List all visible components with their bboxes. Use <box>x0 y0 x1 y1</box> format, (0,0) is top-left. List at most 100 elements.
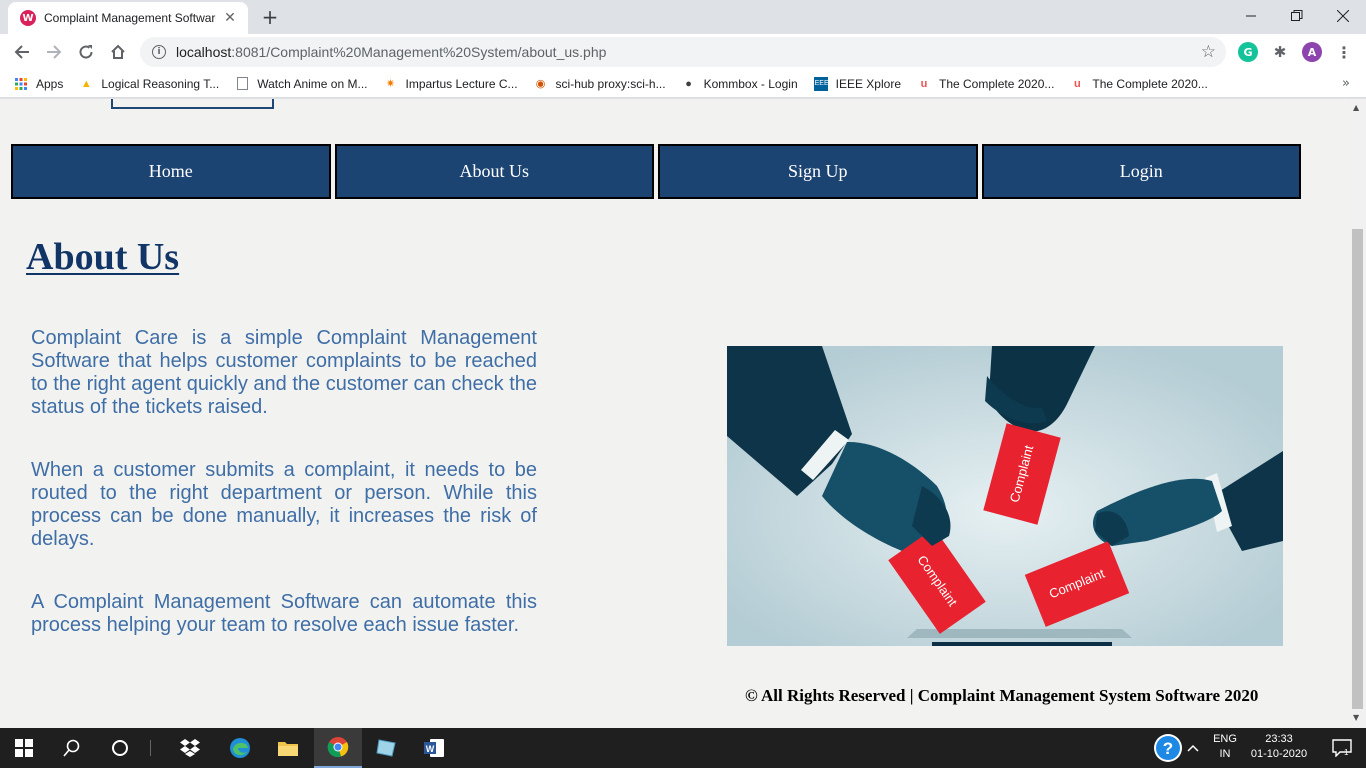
forward-arrow-icon <box>47 45 62 59</box>
search-button[interactable] <box>48 728 96 768</box>
start-button[interactable] <box>0 728 48 768</box>
header-logo-box <box>111 99 274 109</box>
close-window-button[interactable] <box>1320 0 1366 32</box>
nav-about-us[interactable]: About Us <box>334 144 654 199</box>
windows-logo-icon <box>15 739 33 757</box>
bookmark-label: The Complete 2020... <box>939 76 1055 91</box>
bookmark-watch-anime[interactable]: Watch Anime on M... <box>235 77 367 91</box>
new-tab-button[interactable]: + <box>258 5 282 29</box>
scroll-up-icon[interactable]: ▲ <box>1353 103 1359 112</box>
page-title: About Us <box>26 236 180 278</box>
cortana-circle-icon <box>112 740 128 756</box>
windows-taskbar: W ? ENG IN 23:33 01-10-2020 1 <box>0 728 1366 768</box>
clock-time: 23:33 <box>1265 733 1293 745</box>
url-text: localhost:8081/Complaint%20Management%20… <box>176 44 606 60</box>
site-favicon-icon: W <box>20 10 36 26</box>
forward-button[interactable] <box>40 38 68 66</box>
more-bookmarks-icon[interactable]: » <box>1342 76 1350 91</box>
bookmarks-bar: Apps ▲ Logical Reasoning T... Watch Anim… <box>0 70 1366 98</box>
footer-copyright: © All Rights Reserved | Complaint Manage… <box>745 686 1259 705</box>
tab-title: Complaint Management Software <box>44 11 216 25</box>
back-button[interactable] <box>8 38 36 66</box>
language-code: ENG <box>1213 733 1237 745</box>
close-tab-icon[interactable]: ✕ <box>222 10 238 26</box>
notifications-icon[interactable]: 1 <box>1318 728 1366 768</box>
chrome-taskbar-icon[interactable] <box>314 728 362 768</box>
bookmark-impartus[interactable]: ✷ Impartus Lecture C... <box>383 76 518 91</box>
bookmark-kommbox[interactable]: ● Kommbox - Login <box>682 76 798 91</box>
restore-button[interactable] <box>1274 0 1320 32</box>
bookmark-complete-2020-a[interactable]: u The Complete 2020... <box>917 76 1055 91</box>
show-hidden-icons-chevron-icon[interactable] <box>1172 728 1214 768</box>
extensions-puzzle-icon[interactable]: ✱ <box>1270 42 1290 62</box>
scroll-thumb[interactable] <box>1352 229 1363 709</box>
bookmark-complete-2020-b[interactable]: u The Complete 2020... <box>1070 76 1208 91</box>
back-arrow-icon <box>14 45 29 59</box>
url-host: localhost <box>176 44 232 60</box>
site-info-icon[interactable]: i <box>152 45 166 59</box>
browser-toolbar: i localhost:8081/Complaint%20Management%… <box>0 34 1366 70</box>
apps-grid-icon <box>14 77 28 91</box>
bookmark-sci-hub[interactable]: ◉ sci-hub proxy:sci-h... <box>534 77 666 91</box>
sparkle-icon: ✷ <box>385 78 396 90</box>
page-icon <box>235 77 249 91</box>
site-navbar: Home About Us Sign Up Login <box>11 144 1301 199</box>
home-button[interactable] <box>104 38 132 66</box>
bookmark-apps[interactable]: Apps <box>14 77 63 91</box>
nav-home[interactable]: Home <box>11 144 331 199</box>
udemy-icon: u <box>1074 77 1081 90</box>
profile-avatar[interactable]: A <box>1302 42 1322 62</box>
minimize-button[interactable] <box>1228 0 1274 32</box>
address-bar[interactable]: i localhost:8081/Complaint%20Management%… <box>140 37 1226 67</box>
grammarly-extension-icon[interactable]: G <box>1238 42 1258 62</box>
triangle-icon: ▲ <box>80 77 92 90</box>
url-path: :8081/Complaint%20Management%20System/ab… <box>231 44 607 60</box>
bookmark-label: Apps <box>36 76 64 91</box>
svg-text:W: W <box>426 744 435 754</box>
bookmark-label: Logical Reasoning T... <box>101 76 220 91</box>
region-code: IN <box>1219 748 1231 760</box>
cortana-button[interactable] <box>96 728 144 768</box>
bookmark-label: The Complete 2020... <box>1092 76 1208 91</box>
tab-strip: W Complaint Management Software ✕ + <box>0 0 1366 34</box>
nav-sign-up[interactable]: Sign Up <box>658 144 978 199</box>
reload-icon <box>79 45 93 59</box>
ieee-icon: IEEE <box>813 76 829 91</box>
bookmark-ieee[interactable]: IEEE IEEE Xplore <box>813 76 901 91</box>
word-taskbar-icon[interactable]: W <box>410 728 458 768</box>
taskbar-divider <box>150 740 151 756</box>
about-paragraph-1: Complaint Care is a simple Complaint Man… <box>31 327 537 418</box>
globe-icon: ● <box>685 77 692 90</box>
bookmark-label: IEEE Xplore <box>835 76 901 91</box>
dropbox-taskbar-icon[interactable] <box>166 728 214 768</box>
eye-icon: ◉ <box>535 78 546 90</box>
home-icon <box>111 44 125 59</box>
scroll-down-icon[interactable]: ▼ <box>1353 713 1359 722</box>
clock-date: 01-10-2020 <box>1250 748 1308 760</box>
clock[interactable]: 23:33 01-10-2020 <box>1246 733 1312 760</box>
app-taskbar-icon[interactable] <box>362 728 410 768</box>
page-viewport: Home About Us Sign Up Login About Us Com… <box>0 99 1350 728</box>
language-indicator[interactable]: ENG IN <box>1210 733 1240 760</box>
bookmark-label: sci-hub proxy:sci-h... <box>555 76 666 91</box>
nav-login[interactable]: Login <box>981 144 1301 199</box>
search-icon <box>63 739 80 757</box>
browser-menu-icon[interactable]: ⋮ <box>1334 42 1354 62</box>
about-paragraph-3: A Complaint Management Software can auto… <box>31 591 537 636</box>
edge-taskbar-icon[interactable] <box>216 728 264 768</box>
bookmark-logical-reasoning[interactable]: ▲ Logical Reasoning T... <box>79 77 219 91</box>
complaint-illustration: Complaint Complaint Complaint <box>727 346 1283 646</box>
restore-icon <box>1291 10 1303 21</box>
bookmark-label: Impartus Lecture C... <box>405 76 518 91</box>
bookmark-label: Watch Anime on M... <box>257 76 368 91</box>
close-icon <box>1337 10 1349 22</box>
svg-text:1: 1 <box>1344 748 1349 757</box>
page-scrollbar[interactable]: ▲ ▼ <box>1350 99 1366 728</box>
minimize-icon <box>1246 15 1256 17</box>
bookmark-star-icon[interactable]: ☆ <box>1201 42 1216 62</box>
bookmark-label: Kommbox - Login <box>703 76 798 91</box>
udemy-icon: u <box>920 77 928 90</box>
browser-tab[interactable]: W Complaint Management Software ✕ <box>8 2 248 34</box>
reload-button[interactable] <box>72 38 100 66</box>
file-explorer-taskbar-icon[interactable] <box>264 728 312 768</box>
